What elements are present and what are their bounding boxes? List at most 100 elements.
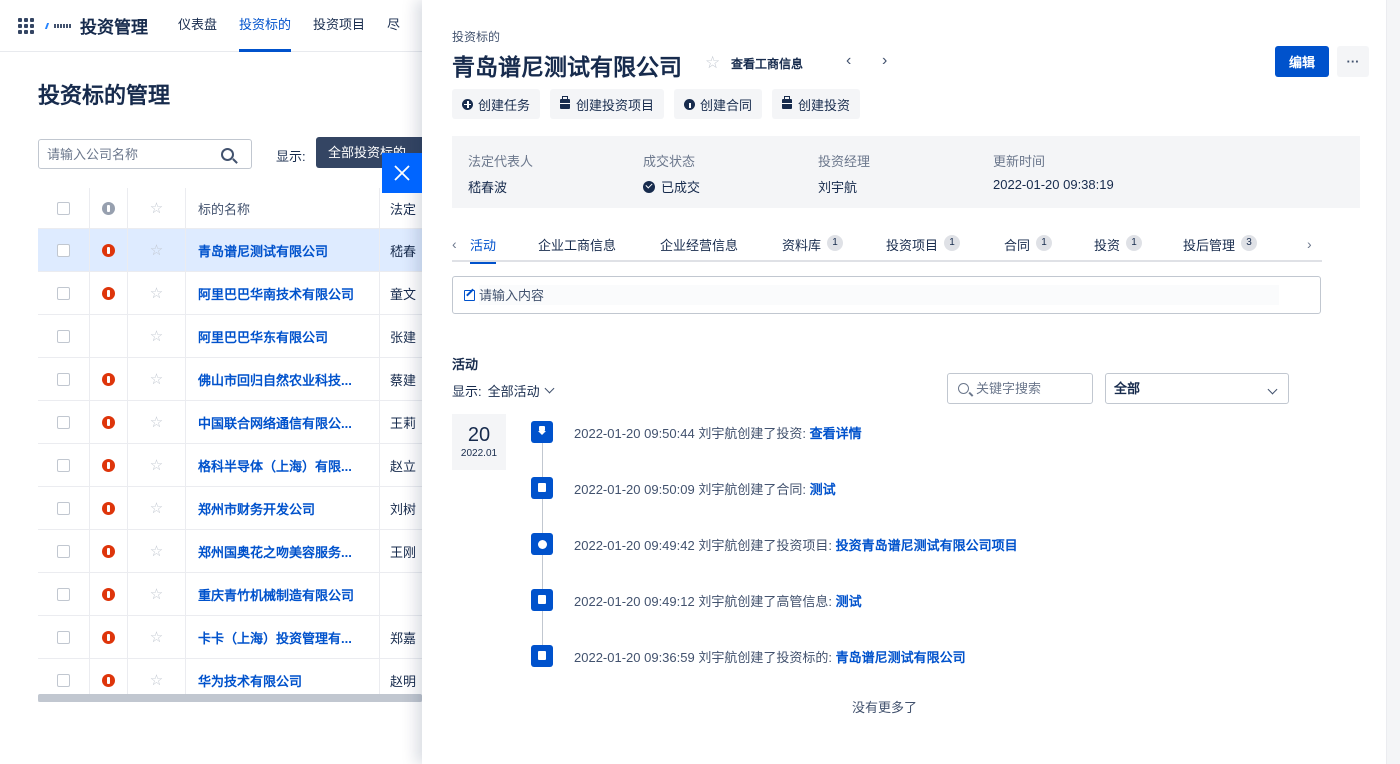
table-row[interactable]: ☆ 佛山市回归自然农业科技... 蔡建 bbox=[38, 358, 422, 401]
keyword-search-input[interactable] bbox=[976, 381, 1086, 396]
table-row[interactable]: ☆ 郑州国奥花之吻美容服务... 王刚 bbox=[38, 530, 422, 573]
tab-0[interactable]: 活动 bbox=[470, 235, 497, 264]
display-label: 显示: bbox=[276, 149, 306, 164]
activity-link[interactable]: 投资青岛谱尼测试有限公司项目 bbox=[836, 538, 1018, 553]
star-icon[interactable]: ☆ bbox=[150, 456, 163, 474]
tab-1[interactable]: 企业工商信息 bbox=[538, 235, 616, 262]
row-legal-rep: 郑嘉 bbox=[390, 630, 417, 646]
row-checkbox[interactable] bbox=[57, 286, 70, 300]
nav-dashboard[interactable]: 仪表盘 bbox=[178, 0, 217, 52]
table-row[interactable]: ☆ 格科半导体（上海）有限... 赵立 bbox=[38, 444, 422, 487]
table-row[interactable]: ☆ 中国联合网络通信有限公... 王莉 bbox=[38, 401, 422, 444]
star-icon[interactable]: ☆ bbox=[150, 585, 163, 603]
row-target-name[interactable]: 阿里巴巴华东有限公司 bbox=[186, 315, 380, 357]
create-contract-button[interactable]: 创建合同 bbox=[674, 89, 763, 119]
column-header-rep[interactable]: 法定 bbox=[380, 188, 422, 228]
row-checkbox[interactable] bbox=[57, 630, 70, 644]
activity-link[interactable]: 测试 bbox=[836, 594, 862, 609]
row-checkbox[interactable] bbox=[57, 544, 70, 558]
tab-5[interactable]: 合同 1 bbox=[1004, 235, 1053, 262]
horizontal-scrollbar[interactable] bbox=[38, 694, 422, 702]
app-switcher-icon[interactable] bbox=[18, 17, 34, 34]
search-icon bbox=[958, 383, 969, 394]
activity-link[interactable]: 青岛谱尼测试有限公司 bbox=[836, 650, 966, 665]
view-business-info-link[interactable]: 查看工商信息 bbox=[731, 55, 803, 72]
activity-filter-value: 全部活动 bbox=[487, 384, 540, 399]
row-target-name[interactable]: 郑州市财务开发公司 bbox=[186, 487, 380, 529]
star-icon[interactable]: ☆ bbox=[150, 370, 163, 388]
star-icon[interactable]: ☆ bbox=[150, 241, 163, 259]
row-target-name[interactable]: 重庆青竹机械制造有限公司 bbox=[186, 573, 380, 615]
select-all-checkbox[interactable] bbox=[57, 201, 70, 215]
briefcase-icon bbox=[560, 96, 571, 109]
row-target-name[interactable]: 青岛谱尼测试有限公司 bbox=[186, 229, 380, 271]
search-icon[interactable] bbox=[221, 147, 234, 161]
tab-4[interactable]: 投资项目 1 bbox=[886, 235, 961, 262]
next-record-button[interactable]: › bbox=[882, 52, 887, 70]
star-icon[interactable]: ☆ bbox=[150, 284, 163, 302]
row-legal-rep: 童文 bbox=[390, 286, 417, 302]
row-target-name[interactable]: 卡卡（上海）投资管理有... bbox=[186, 616, 380, 658]
create-project-button[interactable]: 创建投资项目 bbox=[550, 89, 665, 119]
edit-button[interactable]: 编辑 bbox=[1275, 46, 1329, 77]
favorite-star-icon[interactable]: ☆ bbox=[705, 53, 720, 73]
star-icon[interactable]: ☆ bbox=[150, 628, 163, 646]
row-target-name[interactable]: 阿里巴巴华南技术有限公司 bbox=[186, 272, 380, 314]
tab-6[interactable]: 投资 1 bbox=[1094, 235, 1143, 262]
create-project-label: 创建投资项目 bbox=[576, 97, 655, 113]
row-checkbox[interactable] bbox=[57, 243, 70, 257]
status-badge-icon bbox=[102, 372, 115, 386]
star-icon[interactable]: ☆ bbox=[150, 413, 163, 431]
row-checkbox[interactable] bbox=[57, 329, 70, 343]
table-row[interactable]: ☆ 阿里巴巴华南技术有限公司 童文 bbox=[38, 272, 422, 315]
star-icon[interactable]: ☆ bbox=[150, 542, 163, 560]
create-investment-button[interactable]: 创建投资 bbox=[772, 89, 861, 119]
activity-link[interactable]: 查看详情 bbox=[810, 426, 862, 441]
company-search-input[interactable] bbox=[39, 146, 209, 162]
more-actions-button[interactable]: ··· bbox=[1337, 46, 1369, 77]
nav-investment-targets[interactable]: 投资标的 bbox=[239, 0, 292, 52]
row-checkbox[interactable] bbox=[57, 501, 70, 515]
create-task-button[interactable]: 创建任务 bbox=[452, 89, 541, 119]
row-checkbox[interactable] bbox=[57, 372, 70, 386]
page-title: 投资标的管理 bbox=[38, 83, 171, 108]
star-icon[interactable]: ☆ bbox=[150, 499, 163, 517]
table-row[interactable]: ☆ 郑州市财务开发公司 刘树 bbox=[38, 487, 422, 530]
row-checkbox[interactable] bbox=[57, 458, 70, 472]
tab-3[interactable]: 资料库 1 bbox=[782, 235, 844, 262]
star-icon[interactable]: ☆ bbox=[150, 327, 163, 345]
row-checkbox[interactable] bbox=[57, 415, 70, 429]
date-month: 2022.01 bbox=[460, 448, 498, 459]
column-header-name[interactable]: 标的名称 bbox=[186, 188, 380, 228]
row-checkbox[interactable] bbox=[57, 673, 70, 687]
tab-scroll-right-button[interactable]: › bbox=[1307, 236, 1312, 252]
close-drawer-button[interactable] bbox=[382, 153, 422, 193]
row-target-name[interactable]: 中国联合网络通信有限公... bbox=[186, 401, 380, 443]
table-row[interactable]: ☆ 青岛谱尼测试有限公司 嵇春 bbox=[38, 229, 422, 272]
activity-filter[interactable]: 显示: 全部活动 bbox=[452, 381, 555, 400]
row-target-name[interactable]: 格科半导体（上海）有限... bbox=[186, 444, 380, 486]
table-row[interactable]: ☆ 重庆青竹机械制造有限公司 bbox=[38, 573, 422, 616]
row-target-name[interactable]: 佛山市回归自然农业科技... bbox=[186, 358, 380, 400]
activity-item: 2022-01-20 09:49:42 刘宇航创建了投资项目: 投资青岛谱尼测试… bbox=[531, 533, 1018, 555]
table-row[interactable]: ☆ 阿里巴巴华东有限公司 张建 bbox=[38, 315, 422, 358]
nav-investment-projects[interactable]: 投资项目 bbox=[313, 0, 365, 52]
activity-compose-input[interactable] bbox=[479, 285, 1279, 305]
tab-2[interactable]: 企业经营信息 bbox=[660, 235, 738, 262]
row-checkbox[interactable] bbox=[57, 587, 70, 601]
row-legal-rep: 王刚 bbox=[390, 544, 417, 560]
table-row[interactable]: ☆ 卡卡（上海）投资管理有... 郑嘉 bbox=[38, 616, 422, 659]
tab-scroll-left-button[interactable]: ‹ bbox=[452, 236, 457, 252]
tab-7[interactable]: 投后管理 3 bbox=[1183, 235, 1258, 262]
activity-text: 2022-01-20 09:50:44 刘宇航创建了投资: 查看详情 bbox=[574, 423, 862, 442]
activity-type-select[interactable]: 全部 bbox=[1105, 373, 1289, 404]
breadcrumb[interactable]: 投资标的 bbox=[452, 28, 500, 45]
activity-link[interactable]: 测试 bbox=[810, 482, 836, 497]
drawer-scrollbar[interactable] bbox=[1386, 0, 1400, 764]
star-icon[interactable]: ☆ bbox=[150, 671, 163, 689]
nav-due-diligence[interactable]: 尽 bbox=[387, 0, 400, 52]
prev-record-button[interactable]: ‹ bbox=[846, 52, 851, 70]
row-legal-rep: 王莉 bbox=[390, 415, 417, 431]
tab-label: 合同 bbox=[1004, 238, 1031, 253]
row-target-name[interactable]: 郑州国奥花之吻美容服务... bbox=[186, 530, 380, 572]
